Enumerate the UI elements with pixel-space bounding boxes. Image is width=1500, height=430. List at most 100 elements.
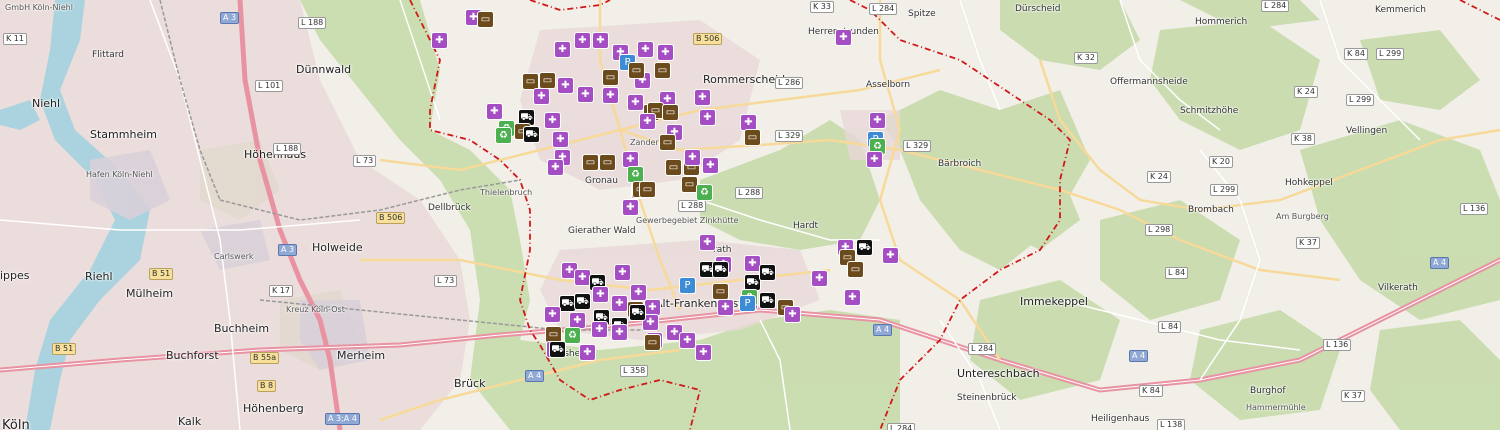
hotel-bed-icon[interactable]: ▭: [629, 63, 644, 78]
medical-cross-icon[interactable]: ✚: [580, 345, 595, 360]
hotel-bed-icon[interactable]: ▭: [645, 335, 660, 350]
medical-cross-icon[interactable]: ✚: [612, 296, 627, 311]
car-icon[interactable]: ⛟: [760, 265, 775, 280]
medical-cross-icon[interactable]: ✚: [623, 200, 638, 215]
parking-icon[interactable]: P: [740, 296, 755, 311]
hotel-bed-icon[interactable]: ▭: [540, 73, 555, 88]
medical-cross-icon[interactable]: ✚: [695, 90, 710, 105]
car-icon[interactable]: ⛟: [760, 293, 775, 308]
hotel-bed-icon[interactable]: ▭: [848, 262, 863, 277]
medical-cross-icon[interactable]: ✚: [570, 313, 585, 328]
car-icon[interactable]: ⛟: [575, 294, 590, 309]
hotel-bed-icon[interactable]: ▭: [603, 70, 618, 85]
medical-cross-icon[interactable]: ✚: [487, 104, 502, 119]
medical-cross-icon[interactable]: ✚: [638, 42, 653, 57]
hotel-bed-icon[interactable]: ▭: [682, 177, 697, 192]
medical-cross-icon[interactable]: ✚: [432, 33, 447, 48]
medical-cross-icon[interactable]: ✚: [534, 89, 549, 104]
hotel-bed-icon[interactable]: ▭: [655, 63, 670, 78]
medical-cross-icon[interactable]: ✚: [696, 345, 711, 360]
medical-cross-icon[interactable]: ✚: [870, 113, 885, 128]
medical-cross-icon[interactable]: ✚: [623, 152, 638, 167]
medical-cross-icon[interactable]: ✚: [592, 322, 607, 337]
medical-cross-icon[interactable]: ✚: [785, 307, 800, 322]
medical-cross-icon[interactable]: ✚: [575, 33, 590, 48]
hotel-bed-icon[interactable]: ▭: [660, 135, 675, 150]
car-icon[interactable]: ⛟: [560, 296, 575, 311]
medical-cross-icon[interactable]: ✚: [883, 248, 898, 263]
medical-cross-icon[interactable]: ✚: [575, 270, 590, 285]
medical-cross-icon[interactable]: ✚: [836, 30, 851, 45]
road-shield-b51-low: B 51: [52, 343, 77, 355]
medical-cross-icon[interactable]: ✚: [593, 287, 608, 302]
car-icon[interactable]: ⛟: [550, 342, 565, 357]
car-icon[interactable]: ⛟: [519, 110, 534, 125]
medical-cross-icon[interactable]: ✚: [640, 114, 655, 129]
medical-cross-icon[interactable]: ✚: [578, 87, 593, 102]
recycling-icon[interactable]: ♻: [697, 185, 712, 200]
road-shield-l284-low: L 284: [968, 343, 997, 355]
car-icon[interactable]: ⛟: [745, 275, 760, 290]
road-shield-l73-low: L 73: [434, 275, 458, 287]
medical-cross-icon[interactable]: ✚: [745, 256, 760, 271]
car-icon[interactable]: ⛟: [524, 127, 539, 142]
medical-cross-icon[interactable]: ✚: [845, 290, 860, 305]
medical-cross-icon[interactable]: ✚: [700, 235, 715, 250]
medical-cross-icon[interactable]: ✚: [680, 333, 695, 348]
hotel-bed-icon[interactable]: ▭: [546, 327, 561, 342]
hotel-bed-icon[interactable]: ▭: [640, 182, 655, 197]
medical-cross-icon[interactable]: ✚: [643, 315, 658, 330]
medical-cross-icon[interactable]: ✚: [812, 271, 827, 286]
medical-cross-icon[interactable]: ✚: [628, 95, 643, 110]
car-icon[interactable]: ⛟: [630, 305, 645, 320]
road-shield-b506-top: B 506: [693, 33, 723, 45]
medical-cross-icon[interactable]: ✚: [645, 300, 660, 315]
road-shield-a4-far: A 4: [1430, 257, 1450, 269]
road-shield-l299: L 299: [1346, 94, 1375, 106]
car-icon[interactable]: ⛟: [713, 262, 728, 277]
map-base-layer: [0, 0, 1500, 430]
medical-cross-icon[interactable]: ✚: [867, 152, 882, 167]
recycling-icon[interactable]: ♻: [496, 128, 511, 143]
road-shield-k20: K 20: [1209, 156, 1233, 168]
road-shield-k32: K 32: [1074, 52, 1098, 64]
hotel-bed-icon[interactable]: ▭: [478, 12, 493, 27]
medical-cross-icon[interactable]: ✚: [548, 160, 563, 175]
hotel-bed-icon[interactable]: ▭: [713, 284, 728, 299]
car-icon[interactable]: ⛟: [857, 240, 872, 255]
road-shield-k84-r: K 84: [1139, 385, 1163, 397]
medical-cross-icon[interactable]: ✚: [603, 88, 618, 103]
road-shield-k24: K 24: [1294, 86, 1318, 98]
medical-cross-icon[interactable]: ✚: [685, 150, 700, 165]
medical-cross-icon[interactable]: ✚: [658, 45, 673, 60]
medical-cross-icon[interactable]: ✚: [593, 33, 608, 48]
medical-cross-icon[interactable]: ✚: [612, 325, 627, 340]
hotel-bed-icon[interactable]: ▭: [745, 130, 760, 145]
medical-cross-icon[interactable]: ✚: [615, 265, 630, 280]
road-shield-l299-b: L 299: [1210, 184, 1239, 196]
recycling-icon[interactable]: ♻: [628, 167, 643, 182]
hotel-bed-icon[interactable]: ▭: [583, 155, 598, 170]
map-viewport[interactable]: GmbH Köln-Niehl Flittard Niehl Stammheim Haf…: [0, 0, 1500, 430]
medical-cross-icon[interactable]: ✚: [703, 158, 718, 173]
medical-cross-icon[interactable]: ✚: [700, 110, 715, 125]
medical-cross-icon[interactable]: ✚: [558, 78, 573, 93]
medical-cross-icon[interactable]: ✚: [555, 42, 570, 57]
road-shield-l138: L 138: [1157, 419, 1186, 430]
medical-cross-icon[interactable]: ✚: [631, 285, 646, 300]
road-shield-l329: L 329: [775, 130, 804, 142]
medical-cross-icon[interactable]: ✚: [545, 307, 560, 322]
hotel-bed-icon[interactable]: ▭: [666, 160, 681, 175]
road-shield-l188-mid: L 188: [273, 143, 302, 155]
road-shield-a3-top: A 3: [220, 12, 240, 24]
medical-cross-icon[interactable]: ✚: [718, 300, 733, 315]
medical-cross-icon[interactable]: ✚: [553, 132, 568, 147]
road-shield-l73: L 73: [353, 155, 377, 167]
recycling-icon[interactable]: ♻: [565, 328, 580, 343]
hotel-bed-icon[interactable]: ▭: [523, 74, 538, 89]
medical-cross-icon[interactable]: ✚: [741, 115, 756, 130]
hotel-bed-icon[interactable]: ▭: [663, 105, 678, 120]
parking-icon[interactable]: P: [680, 278, 695, 293]
medical-cross-icon[interactable]: ✚: [545, 113, 560, 128]
hotel-bed-icon[interactable]: ▭: [600, 155, 615, 170]
